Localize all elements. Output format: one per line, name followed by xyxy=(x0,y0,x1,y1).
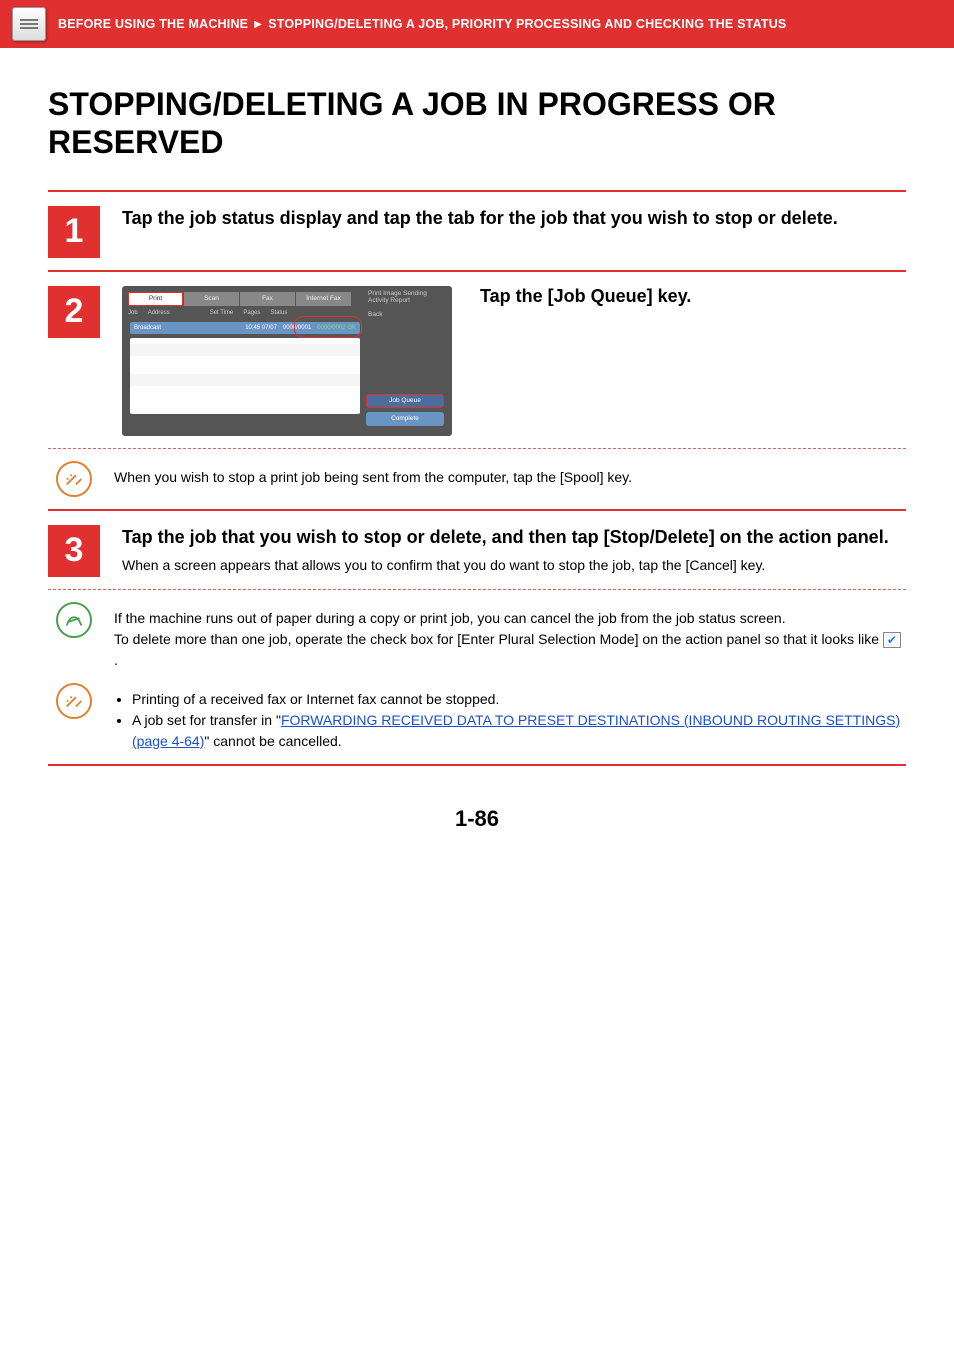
breadcrumb-b: STOPPING/DELETING A JOB, PRIORITY PROCES… xyxy=(268,17,786,31)
ui-row-time: 10:45 07/07 xyxy=(245,325,277,331)
step-1-number: 1 xyxy=(48,206,100,258)
page-number: 1-86 xyxy=(48,806,906,832)
note-plural-line2: To delete more than one job, operate the… xyxy=(114,629,906,671)
note-cannot-stop: Printing of a received fax or Internet f… xyxy=(48,683,906,752)
ui-tab-print[interactable]: Print xyxy=(128,292,183,306)
checkbox-checked-icon: ✔ xyxy=(883,632,901,648)
prohibit-icon xyxy=(56,461,92,497)
ui-row-label: Broadcast xyxy=(134,325,161,331)
step-1: 1 Tap the job status display and tap the… xyxy=(48,206,906,258)
job-queue-button[interactable]: Job Queue xyxy=(366,394,444,408)
job-status-screenshot: Print Scan Fax Internet Fax Print Image … xyxy=(122,286,452,436)
step-3: 3 Tap the job that you wish to stop or d… xyxy=(48,525,906,577)
ui-back[interactable]: Back xyxy=(368,311,446,319)
step-3-head: Tap the job that you wish to stop or del… xyxy=(122,525,906,549)
divider xyxy=(48,764,906,766)
step-2: 2 Print Scan Fax Internet Fax Print Imag… xyxy=(48,286,906,436)
step-2-head: Tap the [Job Queue] key. xyxy=(480,286,906,307)
note-plural-line1: If the machine runs out of paper during … xyxy=(114,608,906,629)
ui-col-time: Set Time xyxy=(210,310,234,316)
divider xyxy=(48,509,906,511)
ui-tab-ifax[interactable]: Internet Fax xyxy=(296,292,351,306)
ui-col-addr: Address xyxy=(148,310,170,316)
ui-row-status: 0000/0002 OK xyxy=(317,325,356,331)
note-icon xyxy=(56,602,92,638)
ui-list-empty xyxy=(130,338,360,414)
note-spool-text: When you wish to stop a print job being … xyxy=(114,461,906,488)
divider xyxy=(48,190,906,192)
step-1-head: Tap the job status display and tap the t… xyxy=(122,206,906,230)
note-bullet-2-pre: A job set for transfer in " xyxy=(132,712,281,728)
ui-columns: Job Address Set Time Pages Status xyxy=(128,310,368,316)
divider-dashed xyxy=(48,589,906,590)
breadcrumb-a: BEFORE USING THE MACHINE xyxy=(58,17,248,31)
note-bullet-1: Printing of a received fax or Internet f… xyxy=(132,689,906,710)
page-title: STOPPING/DELETING A JOB IN PROGRESS OR R… xyxy=(48,86,906,162)
step-2-number: 2 xyxy=(48,286,100,338)
note-spool: When you wish to stop a print job being … xyxy=(48,461,906,497)
note-plural-post: . xyxy=(114,652,118,668)
note-bullet-2-post: " cannot be cancelled. xyxy=(204,733,341,749)
header-bar: BEFORE USING THE MACHINE ► STOPPING/DELE… xyxy=(0,0,954,48)
ui-tab-scan[interactable]: Scan xyxy=(184,292,239,306)
note-plural-pre: To delete more than one job, operate the… xyxy=(114,631,883,647)
machine-icon xyxy=(12,7,46,41)
ui-col-pages: Pages xyxy=(243,310,260,316)
complete-button[interactable]: Complete xyxy=(366,412,444,426)
breadcrumb-arrow: ► xyxy=(252,17,265,31)
ui-tab-fax[interactable]: Fax xyxy=(240,292,295,306)
prohibit-icon xyxy=(56,683,92,719)
ui-row-pages: 0000/0001 xyxy=(283,325,311,331)
note-plural: If the machine runs out of paper during … xyxy=(48,602,906,671)
divider-dashed xyxy=(48,448,906,449)
ui-row-selected[interactable]: Broadcast 10:45 07/07 0000/0001 0000/000… xyxy=(130,322,360,334)
divider xyxy=(48,270,906,272)
ui-col-status: Status xyxy=(270,310,287,316)
step-3-number: 3 xyxy=(48,525,100,577)
breadcrumb: BEFORE USING THE MACHINE ► STOPPING/DELE… xyxy=(58,17,786,31)
step-3-body: When a screen appears that allows you to… xyxy=(122,555,906,575)
note-bullet-2: A job set for transfer in "FORWARDING RE… xyxy=(132,710,906,752)
ui-right-title: Print Image Sending Activity Report xyxy=(368,290,446,306)
ui-col-job: Job xyxy=(128,310,138,316)
